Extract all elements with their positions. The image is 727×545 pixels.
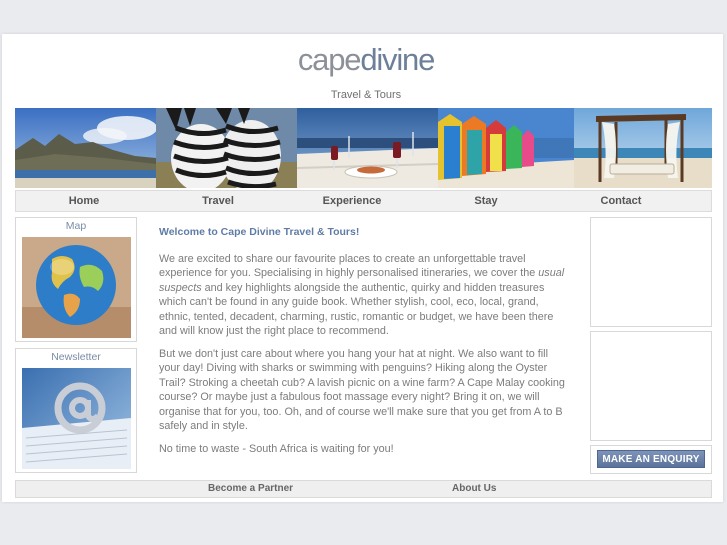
wine-table-photo <box>297 108 438 188</box>
newsletter-box[interactable]: Newsletter <box>15 348 137 473</box>
make-enquiry-button[interactable]: MAKE AN ENQUIRY <box>597 450 705 468</box>
site-logo[interactable]: capedivine Travel & Tours <box>291 42 441 101</box>
nav-stay[interactable]: Stay <box>452 191 520 211</box>
footer-bar: Become a Partner About Us <box>15 480 712 498</box>
intro-text-b: and key highlights alongside the authent… <box>159 281 554 338</box>
map-label[interactable]: Map <box>16 218 136 234</box>
nav-travel[interactable]: Travel <box>184 191 252 211</box>
globe-photo[interactable] <box>22 237 131 338</box>
beach-huts-photo <box>438 108 574 188</box>
logo-wordmark: capedivine <box>291 42 441 78</box>
right-box-middle <box>590 331 712 441</box>
email-at-photo[interactable] <box>22 368 131 469</box>
newsletter-label[interactable]: Newsletter <box>16 349 136 365</box>
enquiry-box: MAKE AN ENQUIRY <box>590 445 712 474</box>
nav-home[interactable]: Home <box>50 191 118 211</box>
activities-paragraph: But we don't just care about where you h… <box>159 347 565 433</box>
welcome-heading: Welcome to Cape Divine Travel & Tours! <box>159 226 360 238</box>
main-nav: Home Travel Experience Stay Contact <box>15 190 712 212</box>
logo-word-cape: cape <box>297 42 362 77</box>
main-content: Welcome to Cape Divine Travel & Tours! W… <box>159 225 571 464</box>
map-box[interactable]: Map <box>15 217 137 342</box>
nav-experience[interactable]: Experience <box>312 191 392 211</box>
footer-about-us-link[interactable]: About Us <box>452 481 496 497</box>
beach-cabana-photo <box>574 108 712 188</box>
zebras-photo <box>156 108 297 188</box>
footer-become-partner-link[interactable]: Become a Partner <box>208 481 293 497</box>
intro-text-a: We are excited to share our favourite pl… <box>159 252 539 280</box>
mountain-beach-photo <box>15 108 156 188</box>
nav-contact[interactable]: Contact <box>586 191 656 211</box>
logo-tagline: Travel & Tours <box>330 89 402 101</box>
logo-word-divine: divine <box>360 42 435 77</box>
right-box-top <box>590 217 712 327</box>
header-banner <box>15 108 712 188</box>
intro-paragraph: We are excited to share our favourite pl… <box>159 252 571 339</box>
closing-paragraph: No time to waste - South Africa is waiti… <box>159 442 394 455</box>
page-container: capedivine Travel & Tours Home Travel Ex… <box>2 34 723 502</box>
